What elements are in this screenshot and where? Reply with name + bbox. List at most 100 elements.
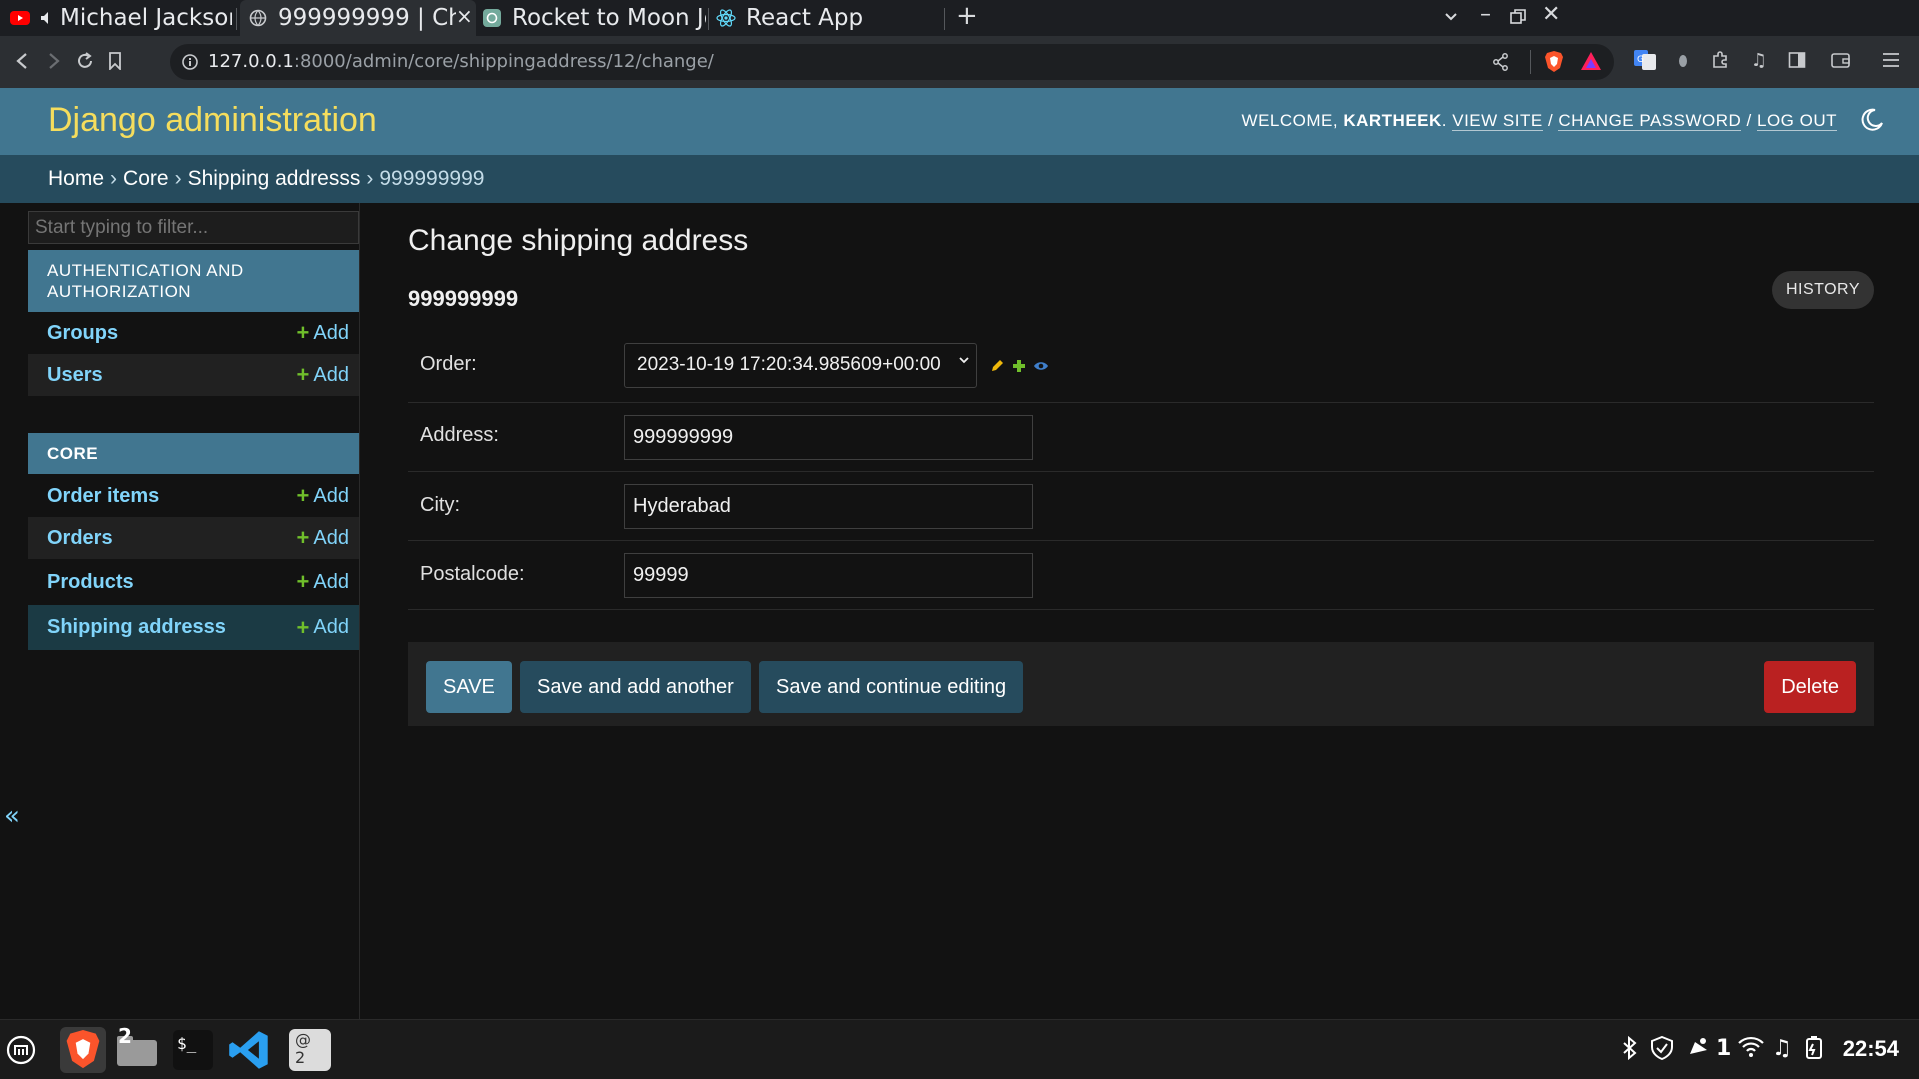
plus-icon: + bbox=[296, 614, 310, 640]
plus-icon: + bbox=[296, 525, 310, 550]
breadcrumb-separator: › bbox=[366, 167, 374, 190]
brave-browser-app-icon[interactable] bbox=[60, 1027, 106, 1073]
youtube-icon bbox=[10, 8, 30, 28]
add-label: Add bbox=[313, 321, 349, 344]
tab-django-change[interactable]: 999999999 | Change bbox=[240, 0, 476, 36]
speaker-icon[interactable] bbox=[40, 8, 54, 28]
log-out-link[interactable]: LOG OUT bbox=[1756, 111, 1837, 131]
power-icon[interactable] bbox=[1804, 1036, 1826, 1066]
add-link[interactable]: + Add bbox=[297, 362, 349, 388]
model-link[interactable]: Order items bbox=[47, 485, 297, 508]
toggle-sidebar-icon[interactable]: « bbox=[4, 801, 20, 831]
tab-search-chevron-icon[interactable] bbox=[1444, 2, 1458, 30]
extensions-puzzle-icon[interactable] bbox=[1709, 49, 1731, 71]
order-select-value: 2023-10-19 17:20:34.985609+00:00 bbox=[637, 354, 941, 375]
forward-icon[interactable] bbox=[46, 46, 62, 76]
vscode-app-icon[interactable] bbox=[226, 1027, 272, 1073]
files-app-icon[interactable]: 2 bbox=[114, 1024, 160, 1073]
restore-window-icon[interactable] bbox=[1510, 6, 1526, 31]
view-site-link[interactable]: VIEW SITE bbox=[1452, 111, 1543, 131]
model-link[interactable]: Shipping addresss bbox=[47, 616, 297, 639]
close-tab-icon[interactable]: × bbox=[456, 4, 473, 28]
wifi-icon[interactable] bbox=[1738, 1036, 1764, 1064]
bookmark-icon[interactable] bbox=[108, 46, 122, 76]
tab-react-app[interactable]: React App bbox=[716, 0, 940, 36]
sidebar-item-groups[interactable]: Groups + Add bbox=[28, 312, 359, 354]
theme-toggle-moon-icon[interactable] bbox=[1859, 107, 1885, 133]
order-select[interactable]: 2023-10-19 17:20:34.985609+00:00 bbox=[624, 343, 977, 388]
model-link[interactable]: Groups bbox=[47, 322, 297, 345]
site-info-icon[interactable] bbox=[182, 54, 198, 74]
breadcrumb-home[interactable]: Home bbox=[48, 167, 104, 190]
site-branding[interactable]: Django administration bbox=[48, 101, 377, 140]
address-bar[interactable]: 127.0.0.1:8000/admin/core/shippingaddres… bbox=[170, 44, 1614, 80]
sidebar-item-products[interactable]: Products + Add bbox=[28, 561, 359, 603]
sidebar-item-shipping-address[interactable]: Shipping addresss + Add bbox=[28, 605, 359, 650]
terminal-app-icon[interactable]: $_ bbox=[170, 1027, 216, 1073]
add-related-plus-icon[interactable] bbox=[1011, 358, 1027, 374]
sidebar-item-order-items[interactable]: Order items + Add bbox=[28, 475, 359, 517]
postalcode-input[interactable] bbox=[624, 553, 1033, 598]
sidebar-filter-input[interactable] bbox=[28, 211, 359, 244]
address-input[interactable] bbox=[624, 415, 1033, 460]
back-icon[interactable] bbox=[14, 46, 30, 76]
module-core-caption[interactable]: CORE bbox=[28, 433, 359, 474]
breadcrumb-model[interactable]: Shipping addresss bbox=[188, 167, 361, 190]
notifications-icon[interactable] bbox=[1686, 1036, 1710, 1066]
separator: / bbox=[1547, 111, 1554, 130]
text-editor-app-icon[interactable]: @2 bbox=[287, 1027, 333, 1073]
share-icon[interactable] bbox=[1493, 53, 1509, 75]
sidebar-item-users[interactable]: Users + Add bbox=[28, 354, 359, 396]
new-tab-icon[interactable]: + bbox=[956, 1, 978, 31]
tab-title: React App bbox=[746, 5, 864, 31]
clock: 22:54 bbox=[1842, 1036, 1899, 1061]
save-button[interactable]: SAVE bbox=[426, 661, 512, 713]
plus-icon: + bbox=[296, 320, 310, 345]
form-row-postalcode: Postalcode: bbox=[408, 541, 1874, 610]
translate-extension-icon[interactable]: G bbox=[1634, 49, 1656, 71]
model-link[interactable]: Users bbox=[47, 364, 297, 387]
reload-icon[interactable] bbox=[76, 46, 94, 76]
extension-icon[interactable] bbox=[1672, 49, 1694, 71]
tab-youtube[interactable]: Michael Jackson - Bea bbox=[10, 0, 232, 36]
tab-chatgpt[interactable]: Rocket to Moon Journe bbox=[482, 0, 706, 36]
sidebar-item-orders[interactable]: Orders + Add bbox=[28, 517, 359, 559]
module-auth-caption[interactable]: AUTHENTICATION AND AUTHORIZATION bbox=[28, 250, 359, 312]
wallet-icon[interactable] bbox=[1830, 49, 1852, 71]
mint-menu-icon[interactable] bbox=[0, 1027, 42, 1073]
model-link[interactable]: Products bbox=[47, 571, 297, 594]
separator: / bbox=[1746, 111, 1752, 130]
brave-rewards-icon[interactable] bbox=[1580, 51, 1602, 75]
add-label: Add bbox=[313, 616, 349, 638]
history-button[interactable]: HISTORY bbox=[1771, 271, 1874, 309]
save-and-add-another-button[interactable]: Save and add another bbox=[520, 661, 751, 713]
add-link[interactable]: + Add bbox=[297, 615, 349, 641]
view-related-eye-icon[interactable] bbox=[1033, 358, 1049, 374]
save-and-continue-button[interactable]: Save and continue editing bbox=[759, 661, 1024, 713]
add-link[interactable]: + Add bbox=[297, 525, 349, 551]
add-link[interactable]: + Add bbox=[297, 483, 349, 509]
media-music-icon[interactable]: ♫ bbox=[1748, 49, 1770, 71]
bluetooth-icon[interactable] bbox=[1620, 1035, 1640, 1066]
tab-separator bbox=[708, 8, 709, 30]
plus-icon: + bbox=[296, 362, 310, 387]
address-label: Address: bbox=[420, 424, 499, 446]
user-tools: WELCOME, KARTHEEK. VIEW SITE / CHANGE PA… bbox=[1241, 111, 1837, 131]
edit-pencil-icon[interactable] bbox=[989, 358, 1005, 374]
brave-shields-icon[interactable] bbox=[1544, 51, 1564, 77]
change-password-link[interactable]: CHANGE PASSWORD bbox=[1558, 111, 1742, 131]
model-link[interactable]: Orders bbox=[47, 527, 297, 550]
add-link[interactable]: + Add bbox=[297, 320, 349, 346]
city-input[interactable] bbox=[624, 484, 1033, 529]
minimize-window-icon[interactable]: – bbox=[1480, 2, 1491, 27]
close-window-icon[interactable]: ✕ bbox=[1542, 2, 1560, 27]
sidebar-toggle-icon[interactable] bbox=[1786, 49, 1808, 71]
breadcrumb-object: 999999999 bbox=[379, 167, 485, 190]
breadcrumb-core[interactable]: Core bbox=[123, 167, 169, 190]
add-link[interactable]: + Add bbox=[297, 569, 349, 595]
sound-icon[interactable]: ♫ bbox=[1772, 1036, 1792, 1061]
delete-button[interactable]: Delete bbox=[1764, 661, 1856, 713]
update-shield-icon[interactable] bbox=[1650, 1035, 1674, 1066]
form-row-order: Order: 2023-10-19 17:20:34.985609+00:00 bbox=[408, 329, 1874, 403]
browser-menu-icon[interactable] bbox=[1880, 49, 1902, 71]
